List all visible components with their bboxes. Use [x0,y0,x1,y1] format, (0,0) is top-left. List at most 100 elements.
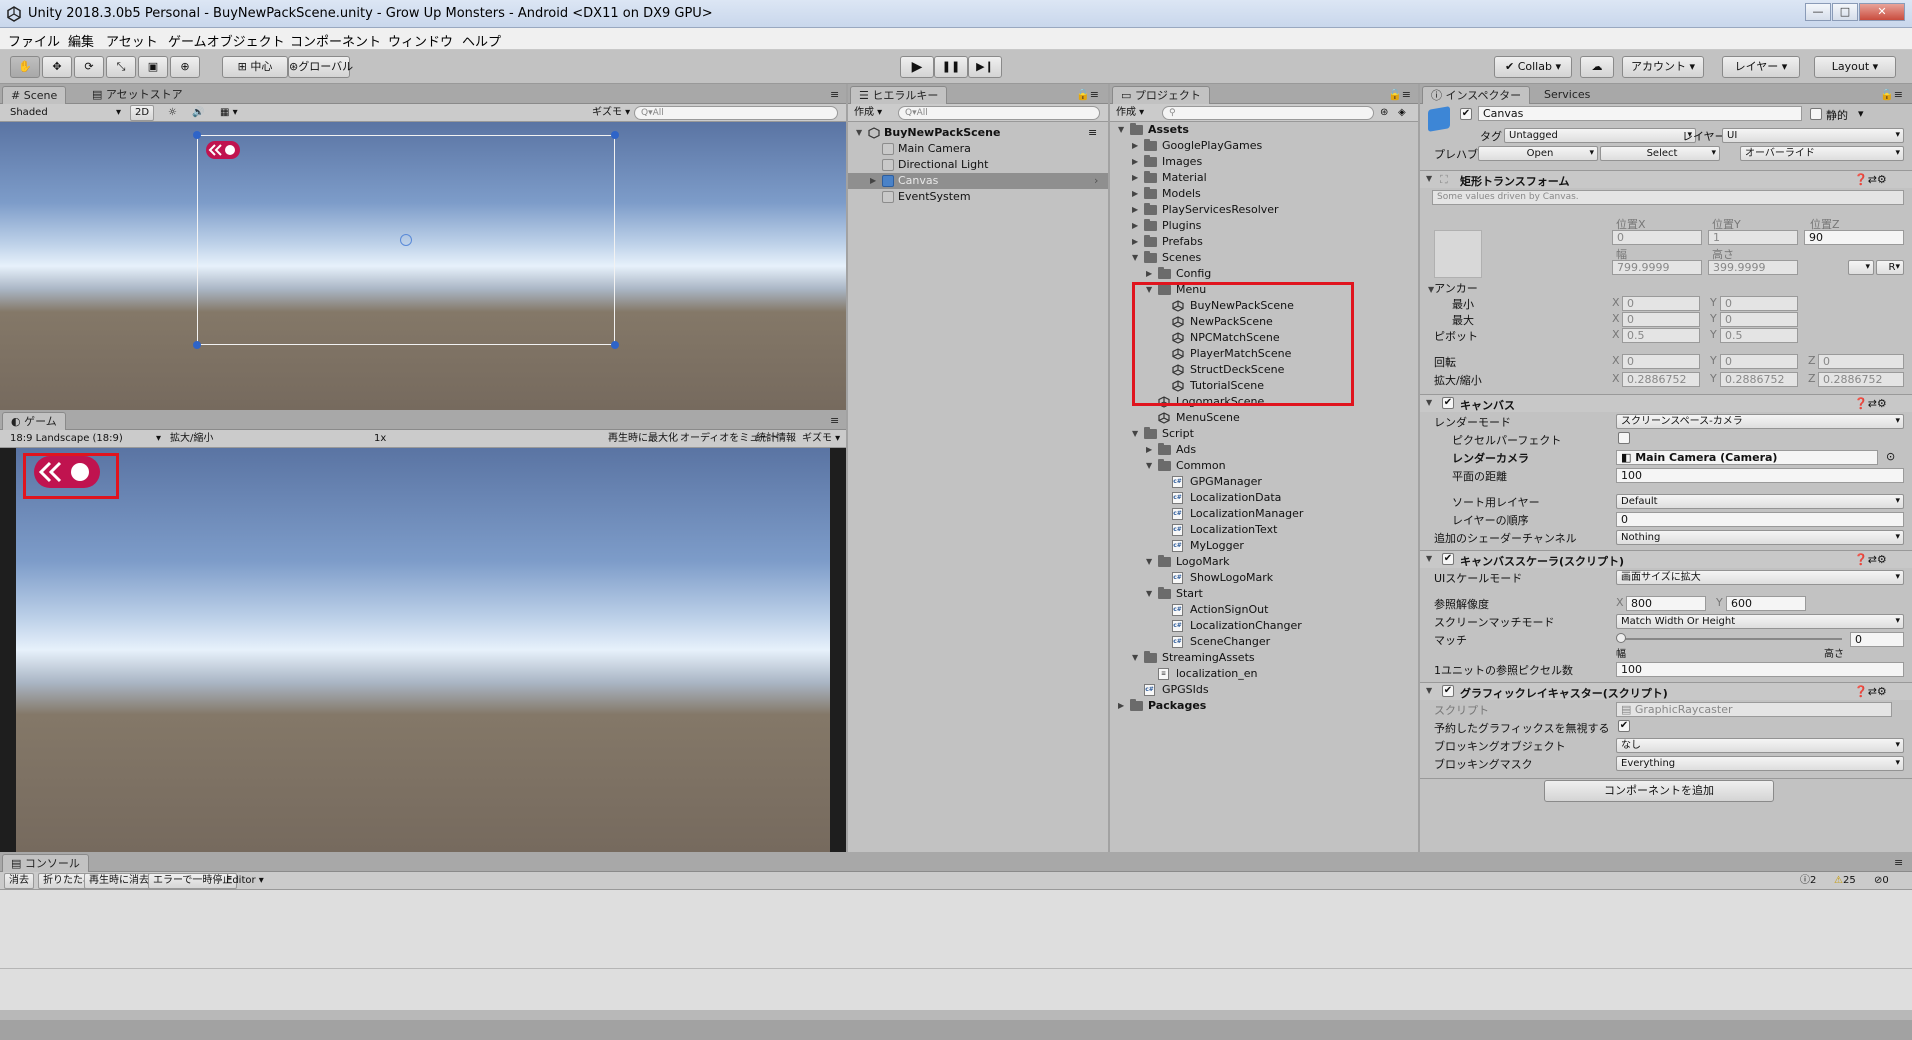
canvas-scaler-enabled-checkbox[interactable]: ✔ [1442,553,1454,565]
pos-y-field[interactable]: 1 [1708,230,1798,245]
reference-x-field[interactable]: 800 [1626,596,1706,611]
ui-scale-mode-dropdown[interactable]: 画面サイズに拡大 [1616,570,1904,585]
effects-icon[interactable]: ▦ ▾ [220,105,238,121]
project-item[interactable]: ▶ Models [1110,186,1418,202]
help-icon[interactable]: ❓⇄⚙ [1854,685,1887,698]
sorting-layer-dropdown[interactable]: Default [1616,494,1904,509]
collab-dropdown[interactable]: ✔ Collab ▾ [1494,56,1572,78]
project-item[interactable]: ▼ Common [1110,458,1418,474]
collapse-arrow-icon[interactable]: ▶ [1132,234,1138,250]
expand-arrow-icon[interactable]: ▼ [1146,586,1152,602]
collapse-arrow-icon[interactable]: ▶ [1132,154,1138,170]
info-count-toggle[interactable]: ⓘ2 [1800,873,1816,889]
error-count-toggle[interactable]: ⊘0 [1874,873,1889,889]
step-button[interactable]: ▶❙ [968,56,1002,78]
menu-edit[interactable]: 編集 [68,31,94,50]
editor-dropdown[interactable]: Editor ▾ [226,873,264,889]
chevron-right-icon[interactable]: › [1094,173,1098,189]
width-field[interactable]: 799.9999 [1612,260,1702,275]
project-item[interactable]: ▼ LogoMark [1110,554,1418,570]
reference-y-field[interactable]: 600 [1726,596,1806,611]
pivot-x-field[interactable]: 0.5 [1622,328,1700,343]
project-item[interactable]: ▶ Prefabs [1110,234,1418,250]
rect-handle-bottom-right[interactable] [611,341,619,349]
render-camera-field[interactable]: ◧ Main Camera (Camera) [1616,450,1878,465]
canvas-enabled-checkbox[interactable]: ✔ [1442,397,1454,409]
canvas-component-header[interactable]: ▼ ✔ キャンバス ❓⇄⚙ [1420,394,1912,412]
project-item[interactable]: ▶ Packages [1110,698,1418,714]
height-field[interactable]: 399.9999 [1708,260,1798,275]
active-checkbox[interactable]: ✔ [1460,108,1472,120]
project-item[interactable]: c# LocalizationChanger [1110,618,1418,634]
collapse-arrow-icon[interactable]: ▶ [1132,202,1138,218]
project-item[interactable]: c# SceneChanger [1110,634,1418,650]
tab-project[interactable]: ▭ プロジェクト [1112,86,1210,104]
expand-arrow-icon[interactable]: ▼ [1146,554,1152,570]
project-item[interactable]: c# GPGManager [1110,474,1418,490]
hierarchy-scene-row[interactable]: ▼ BuyNewPackScene ≡ [848,125,1108,141]
shading-dropdown[interactable]: Shaded ▾ [10,105,122,121]
menu-help[interactable]: ヘルプ [462,31,501,50]
hierarchy-create-dropdown[interactable]: 作成 ▾ [854,105,882,121]
anchor-min-y-field[interactable]: 0 [1720,296,1798,311]
pivot-center-button[interactable]: ⊞ 中心 [222,56,288,78]
tab-hierarchy[interactable]: ☰ ヒエラルキー [850,86,948,104]
tab-scene[interactable]: # Scene [2,86,67,104]
clear-on-play-toggle[interactable]: 再生時に消去 [84,873,154,889]
raycaster-enabled-checkbox[interactable]: ✔ [1442,685,1454,697]
scale-y-field[interactable]: 0.2886752 [1720,372,1798,387]
tab-services[interactable]: Services [1536,86,1598,104]
plane-distance-field[interactable]: 100 [1616,468,1904,483]
project-item[interactable]: ▼ Start [1110,586,1418,602]
ppu-field[interactable]: 100 [1616,662,1904,677]
hand-tool-button[interactable]: ✋ [10,56,40,78]
screen-match-mode-dropdown[interactable]: Match Width Or Height [1616,614,1904,629]
anchor-preset-button[interactable] [1434,230,1482,278]
static-checkbox[interactable] [1810,108,1822,120]
error-pause-toggle[interactable]: エラーで一時停止 [148,873,238,889]
prefab-open-button[interactable]: Open [1478,146,1598,161]
menu-file[interactable]: ファイル [8,31,60,50]
game-gizmos-dropdown[interactable]: ギズモ ▾ [802,431,840,447]
collapse-arrow-icon[interactable]: ▶ [1118,698,1124,714]
rect-transform-header[interactable]: ▼ ⛶ 矩形トランスフォーム ❓⇄⚙ [1420,170,1912,188]
blocking-objects-dropdown[interactable]: なし [1616,738,1904,753]
match-slider-thumb[interactable] [1616,633,1626,643]
help-icon[interactable]: ❓⇄⚙ [1854,397,1887,410]
menu-gameobject[interactable]: ゲームオブジェクト [168,31,285,50]
project-item[interactable]: ▼ Assets [1110,122,1418,138]
project-item[interactable]: c# MyLogger [1110,538,1418,554]
audio-icon[interactable]: 🔊 [192,105,204,121]
account-dropdown[interactable]: アカウント ▾ [1622,56,1704,78]
project-item[interactable]: ▼ Scenes [1110,250,1418,266]
collapse-arrow-icon[interactable]: ▶ [1132,218,1138,234]
global-space-button[interactable]: ⊛グローバル [288,56,353,78]
inspector-lock-icon[interactable]: 🔒≡ [1872,86,1911,104]
project-item[interactable]: ▶ Material [1110,170,1418,186]
tag-dropdown[interactable]: Untagged [1504,128,1696,143]
scale-tool-button[interactable]: ⤡ [106,56,136,78]
scene-menu-icon[interactable]: ≡ [1088,125,1097,141]
rotation-y-field[interactable]: 0 [1720,354,1798,369]
expand-arrow-icon[interactable]: ▼ [1146,458,1152,474]
project-item[interactable]: ▶ Ads [1110,442,1418,458]
pixel-perfect-checkbox[interactable] [1618,432,1630,444]
game-panel-menu-icon[interactable]: ≡ [822,412,846,430]
transform-tool-button[interactable]: ⊕ [170,56,200,78]
scale-z-field[interactable]: 0.2886752 [1818,372,1904,387]
rotation-x-field[interactable]: 0 [1622,354,1700,369]
console-log-area[interactable] [0,890,1912,1020]
ignore-reversed-checkbox[interactable]: ✔ [1618,720,1630,732]
stats-toggle[interactable]: 統計情報 [756,431,796,447]
menu-window[interactable]: ウィンドウ [388,31,453,50]
hierarchy-item-canvas[interactable]: ▶ Canvas › [848,173,1108,189]
filter-label-icon[interactable]: ◈ [1398,105,1406,121]
hierarchy-item-eventsystem[interactable]: EventSystem [848,189,1108,205]
project-item[interactable]: c# LocalizationData [1110,490,1418,506]
collapse-arrow-icon[interactable]: ▶ [1132,170,1138,186]
hierarchy-search-input[interactable]: Q▾All [898,106,1100,120]
console-menu-icon[interactable]: ≡ [1886,854,1911,872]
help-icon[interactable]: ❓⇄⚙ [1854,173,1887,186]
project-item[interactable]: c# LocalizationText [1110,522,1418,538]
move-tool-button[interactable]: ✥ [42,56,72,78]
